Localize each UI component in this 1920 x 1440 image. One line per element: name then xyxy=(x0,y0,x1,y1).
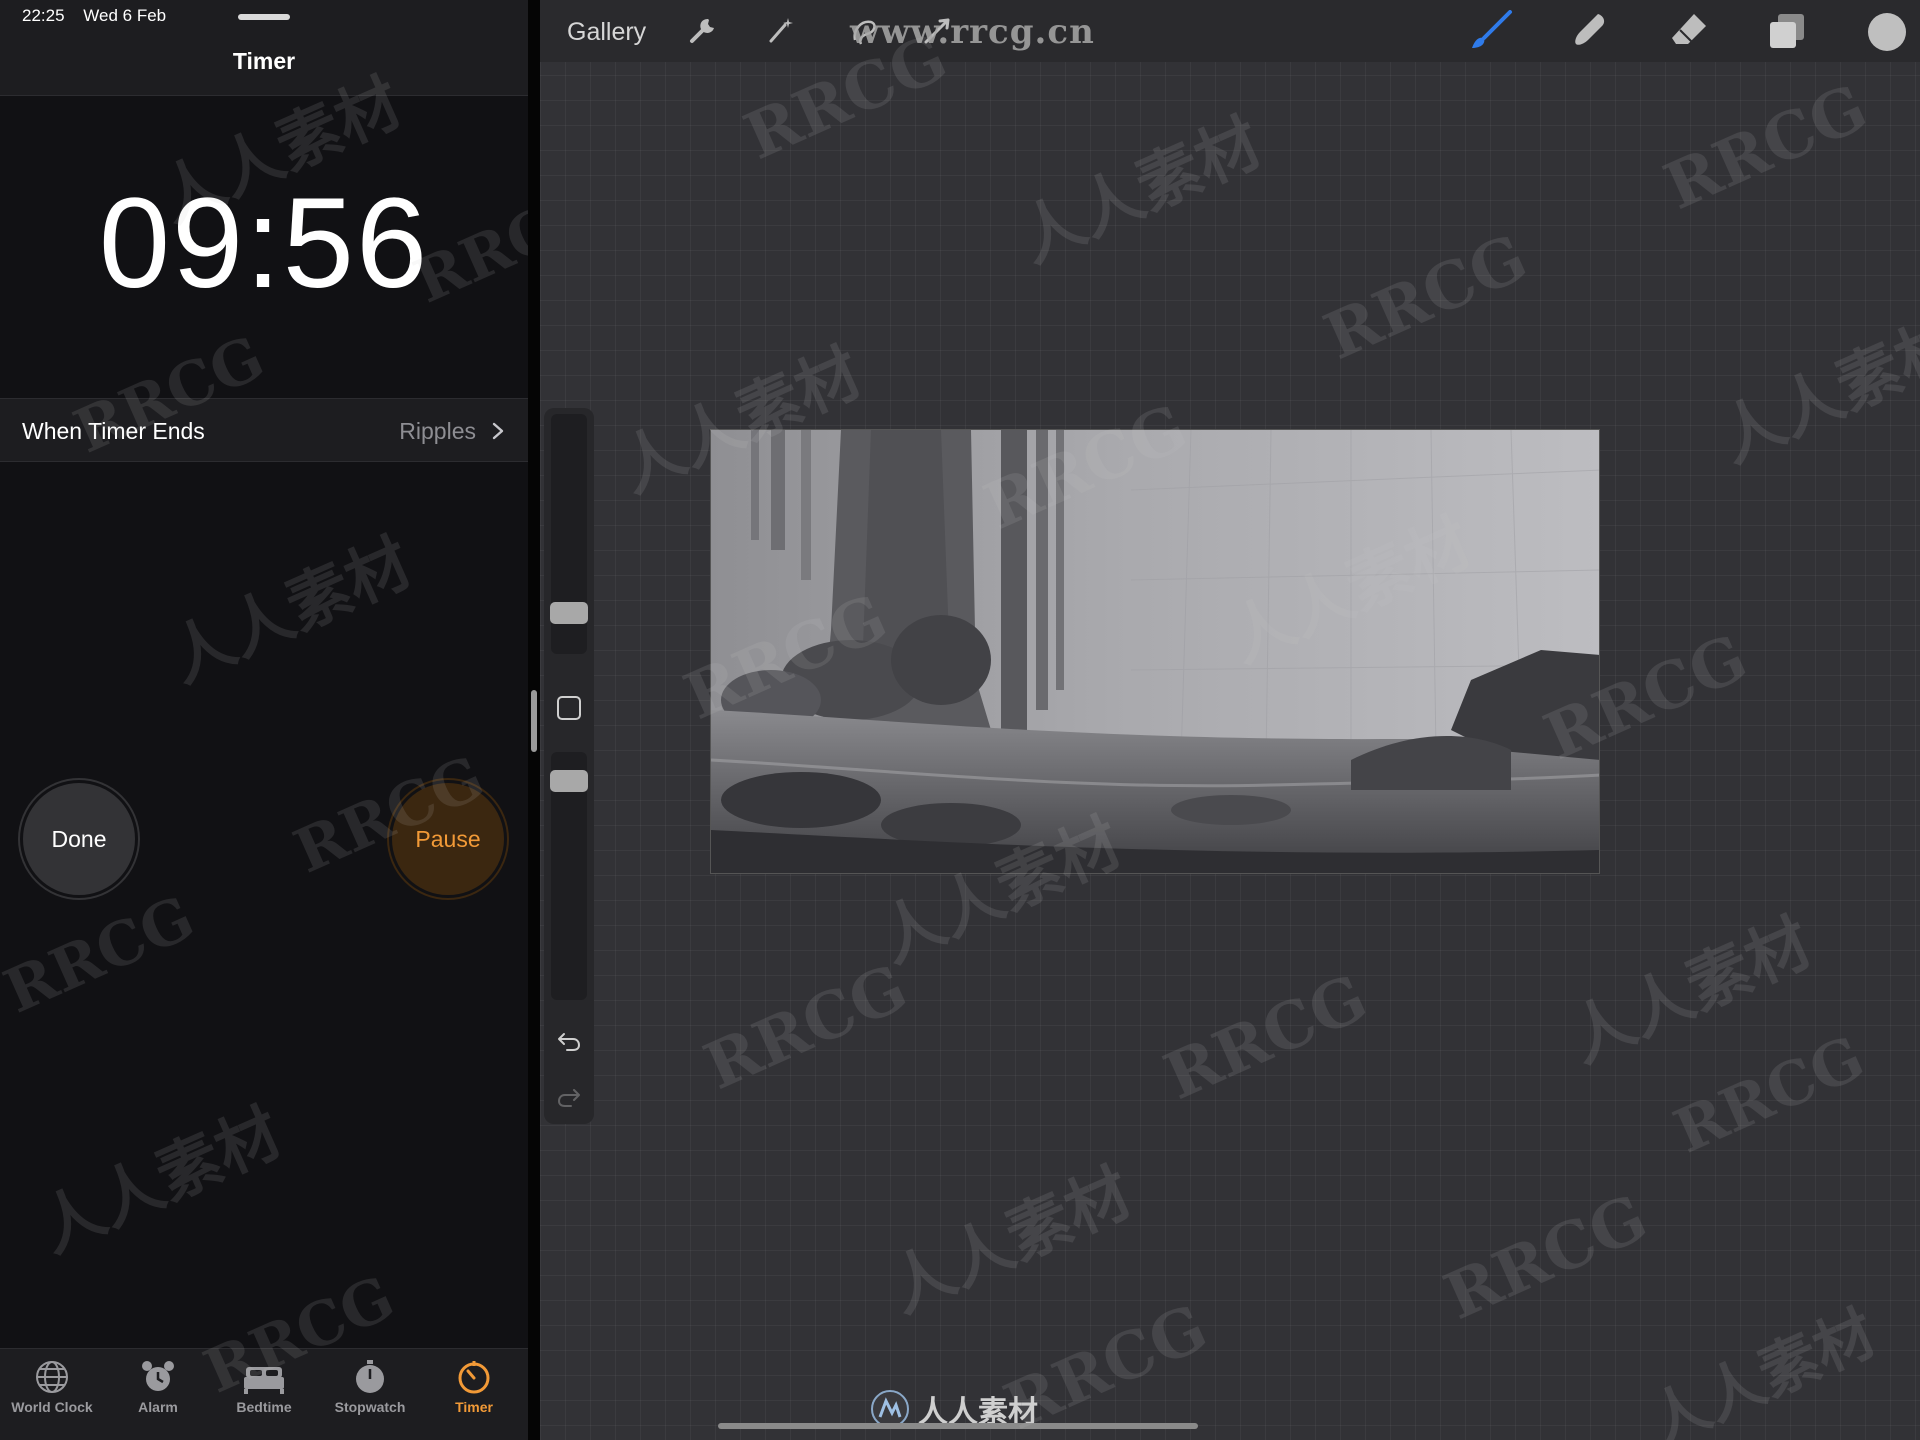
magic-wand-icon[interactable] xyxy=(763,14,797,48)
color-icon[interactable] xyxy=(1868,13,1906,51)
tab-world-clock[interactable]: World Clock xyxy=(0,1355,104,1435)
watermark: RRCG xyxy=(1153,960,1379,1115)
status-bar: 22:25 Wed 6 Feb xyxy=(22,6,180,26)
undo-icon[interactable] xyxy=(556,1028,582,1054)
home-indicator[interactable] xyxy=(718,1423,1198,1429)
multitasking-grabber[interactable] xyxy=(238,14,290,20)
redo-icon[interactable] xyxy=(556,1084,582,1110)
watermark: RRCG xyxy=(1664,1022,1875,1168)
watermark: 人人素材 xyxy=(878,1154,1143,1328)
pause-button[interactable]: Pause xyxy=(389,780,507,898)
when-timer-ends-row[interactable]: When Timer Ends Ripples xyxy=(0,398,528,462)
watermark-url: www.rrcg.cn xyxy=(850,12,1095,52)
tab-bedtime[interactable]: Bedtime xyxy=(212,1355,316,1435)
procreate-panel: Gallery www.rrcg.cn 人人素材 RRCG 人人素材 RRCG … xyxy=(540,0,1920,1440)
wrench-icon[interactable] xyxy=(685,14,719,48)
done-button[interactable]: Done xyxy=(20,780,138,898)
layers-icon[interactable] xyxy=(1768,12,1806,50)
watermark: RRCG xyxy=(1313,220,1539,375)
procreate-sidebar xyxy=(544,408,594,1124)
tab-label: Alarm xyxy=(138,1399,178,1415)
smudge-icon[interactable] xyxy=(1570,10,1610,50)
tab-label: Bedtime xyxy=(236,1399,292,1415)
tab-bar: World Clock Alarm Bedtime Stopwatch Time… xyxy=(0,1348,528,1440)
watermark: 人人素材 xyxy=(1558,904,1823,1078)
watermark: 人人素材 xyxy=(158,524,423,698)
divider-handle[interactable] xyxy=(531,690,537,752)
watermark: RRCG xyxy=(1433,1180,1659,1335)
page-title: Timer xyxy=(232,48,296,74)
watermark: RRCG xyxy=(693,950,919,1105)
watermark: 人人素材 xyxy=(1638,1297,1887,1440)
artwork-canvas[interactable] xyxy=(710,429,1600,874)
when-timer-ends-value: Ripples xyxy=(399,418,476,444)
tab-timer[interactable]: Timer xyxy=(422,1355,526,1435)
forest-painting xyxy=(711,430,1599,873)
watermark: RRCG xyxy=(0,882,205,1028)
when-timer-ends-label: When Timer Ends xyxy=(22,418,205,444)
stopwatch-icon xyxy=(356,1360,384,1393)
modify-button[interactable] xyxy=(557,696,581,720)
opacity-knob[interactable] xyxy=(550,770,588,792)
watermark: 人人素材 xyxy=(1708,304,1920,478)
timer-countdown: 09:56 xyxy=(98,172,430,315)
alarm-clock-icon xyxy=(142,1361,174,1391)
tab-stopwatch[interactable]: Stopwatch xyxy=(318,1355,422,1435)
globe-icon xyxy=(36,1361,68,1393)
tab-label: World Clock xyxy=(11,1399,93,1415)
timer-icon xyxy=(458,1361,490,1394)
tab-label: Stopwatch xyxy=(334,1399,406,1415)
watermark: 人人素材 xyxy=(1008,104,1273,278)
tab-alarm[interactable]: Alarm xyxy=(106,1355,210,1435)
watermark: RRCG xyxy=(1653,70,1879,225)
chevron-right-icon xyxy=(492,422,504,440)
split-view-divider[interactable] xyxy=(528,0,540,1440)
status-time: 22:25 xyxy=(22,6,65,25)
watermark: 人人素材 xyxy=(28,1094,293,1268)
tab-label: Timer xyxy=(455,1399,493,1415)
status-date: Wed 6 Feb xyxy=(83,6,167,25)
brush-size-knob[interactable] xyxy=(550,602,588,624)
gallery-button[interactable]: Gallery xyxy=(567,18,646,47)
clock-app-panel: 22:25 Wed 6 Feb Timer 09:56 When Timer E… xyxy=(0,0,528,1440)
eraser-icon[interactable] xyxy=(1668,10,1710,50)
brush-icon[interactable] xyxy=(1470,10,1514,50)
bed-icon xyxy=(244,1367,284,1394)
procreate-toolbar: Gallery www.rrcg.cn xyxy=(540,0,1920,62)
